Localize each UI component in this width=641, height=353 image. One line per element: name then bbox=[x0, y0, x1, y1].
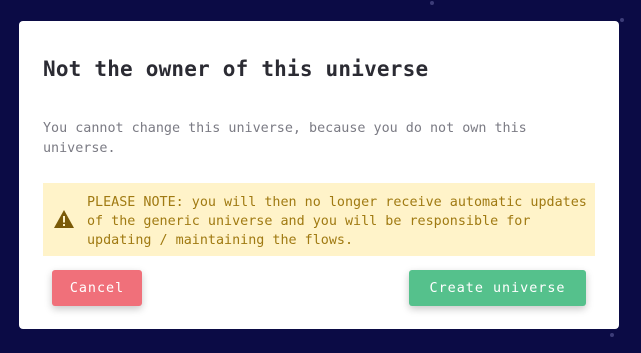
dialog-title: Not the owner of this universe bbox=[43, 57, 429, 81]
background-star bbox=[610, 333, 614, 337]
warning-text: PLEASE NOTE: you will then no longer rec… bbox=[87, 195, 587, 248]
background-star bbox=[430, 1, 434, 5]
cancel-button[interactable]: Cancel bbox=[52, 270, 142, 306]
warning-triangle-icon bbox=[54, 210, 74, 228]
dialog-message: You cannot change this universe, because… bbox=[43, 121, 527, 156]
create-universe-button[interactable]: Create universe bbox=[409, 270, 586, 306]
warning-notice: PLEASE NOTE: you will then no longer rec… bbox=[43, 183, 595, 256]
background-star bbox=[620, 18, 624, 22]
owner-warning-dialog: Not the owner of this universe You canno… bbox=[19, 21, 619, 329]
